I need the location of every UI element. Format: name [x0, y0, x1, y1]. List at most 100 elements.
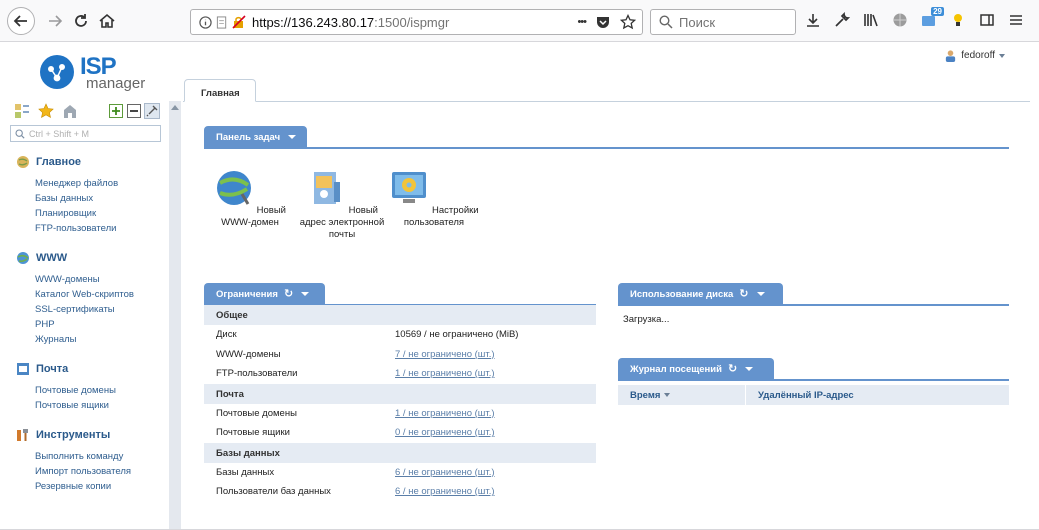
- forward-button[interactable]: [42, 8, 68, 34]
- refresh-icon[interactable]: ↻: [739, 288, 748, 300]
- sidebar-group-header[interactable]: Почта: [16, 360, 162, 378]
- limits-table: Общее Диск 10569 / не ограничено (MiB) W…: [204, 305, 596, 502]
- sidebar-item-ftp-users[interactable]: FTP-пользователи: [35, 221, 162, 236]
- limit-link[interactable]: 0 / не ограничено (шт.): [395, 427, 495, 438]
- sidebar-group-header[interactable]: WWW: [16, 249, 162, 267]
- user-menu[interactable]: fedoroff: [944, 49, 1005, 62]
- limits-section-mail: Почта: [204, 383, 596, 404]
- download-button[interactable]: [804, 11, 822, 29]
- reload-icon: [75, 14, 87, 27]
- sidebar-item-scheduler[interactable]: Планировщик: [35, 206, 162, 221]
- new-www-domain-icon: [217, 171, 252, 205]
- extension-globe-button[interactable]: [891, 11, 909, 29]
- sidebar-item-run-command[interactable]: Выполнить команду: [35, 449, 162, 464]
- sidebar-item-www-domains[interactable]: WWW-домены: [35, 272, 162, 287]
- disk-usage-panel-header[interactable]: Использование диска ↻: [618, 283, 783, 305]
- refresh-icon[interactable]: ↻: [728, 363, 737, 375]
- sidebar-item-mailboxes[interactable]: Почтовые ящики: [35, 398, 162, 413]
- reload-button[interactable]: [68, 8, 94, 34]
- page-actions-menu[interactable]: •••: [577, 16, 587, 28]
- column-header-remote-ip[interactable]: Удалённый IP-адрес: [746, 390, 854, 401]
- sidebar-item-php[interactable]: PHP: [35, 317, 162, 332]
- sidebar-item-backups[interactable]: Резервные копии: [35, 479, 162, 494]
- notification-badge: 29: [931, 7, 944, 16]
- tasks-panel-divider: [204, 147, 1009, 149]
- tabs-divider: [183, 101, 1030, 102]
- logo-emblem-icon: [40, 55, 74, 89]
- limit-link[interactable]: 6 / не ограничено (шт.): [395, 467, 495, 478]
- arrow-left-icon: [13, 15, 27, 27]
- table-row: Диск 10569 / не ограничено (MiB): [216, 329, 519, 341]
- globe-gray-icon: [893, 13, 907, 27]
- page-icon: [216, 15, 227, 29]
- menu-tree-icon[interactable]: [14, 103, 30, 119]
- insecure-lock-icon[interactable]: [232, 15, 246, 29]
- disk-usage-loading: Загрузка...: [623, 314, 670, 325]
- table-row: WWW-домены 7 / не ограничено (шт.): [216, 348, 495, 360]
- sidebar-item-mail-domains[interactable]: Почтовые домены: [35, 383, 162, 398]
- tools-icon: [17, 429, 28, 441]
- hamburger-icon: [1010, 15, 1022, 25]
- sidebar-group-header[interactable]: Главное: [16, 153, 162, 171]
- refresh-icon[interactable]: ↻: [284, 288, 293, 300]
- bookmark-star-icon[interactable]: [620, 14, 636, 30]
- tasks-panel-header[interactable]: Панель задач: [204, 126, 307, 148]
- chevron-down-icon[interactable]: [745, 367, 754, 371]
- sidebar-item-databases[interactable]: Базы данных: [35, 191, 162, 206]
- sidebar-toggle-button[interactable]: [978, 11, 996, 29]
- chevron-down-icon[interactable]: [756, 292, 765, 296]
- ispmanager-app: ISP manager fedoroff Ctrl + Shift + M Гл…: [0, 43, 1039, 530]
- task-new-www-domain[interactable]: Новый WWW-домен: [204, 168, 296, 241]
- favorites-star-icon[interactable]: [38, 103, 54, 119]
- download-icon: [807, 14, 819, 27]
- tasks-panel: Новый WWW-домен Новый адрес электронной …: [204, 168, 480, 241]
- sidebar-group-header[interactable]: Инструменты: [16, 426, 162, 444]
- browser-search-input[interactable]: Поиск: [650, 9, 796, 35]
- logo-manager-text: manager: [86, 75, 146, 92]
- tools-button[interactable]: [833, 11, 851, 29]
- chevron-down-icon[interactable]: [301, 292, 310, 296]
- sidebar-item-file-manager[interactable]: Менеджер файлов: [35, 176, 162, 191]
- limit-link[interactable]: 7 / не ограничено (шт.): [395, 349, 495, 360]
- collapse-all-icon[interactable]: [126, 103, 142, 119]
- sidebar-item-ssl-certificates[interactable]: SSL-сертификаты: [35, 302, 162, 317]
- url-bar[interactable]: https://136.243.80.17:1500/ispmgr •••: [190, 9, 643, 35]
- isp-manager-logo[interactable]: ISP manager: [40, 53, 145, 92]
- sidebar-item-logs[interactable]: Журналы: [35, 332, 162, 347]
- search-placeholder: Поиск: [679, 14, 716, 30]
- sort-down-icon: [664, 393, 671, 397]
- info-icon[interactable]: [199, 15, 212, 29]
- limits-panel-header[interactable]: Ограничения ↻: [204, 283, 325, 305]
- visit-log-panel-header[interactable]: Журнал посещений ↻: [618, 358, 774, 380]
- expand-all-icon[interactable]: [108, 103, 124, 119]
- mail-box-icon: [17, 363, 29, 375]
- disk-usage-panel-divider: [618, 304, 1009, 306]
- building-icon[interactable]: [62, 103, 78, 119]
- sidebar-scrollbar[interactable]: [169, 101, 181, 530]
- table-row: FTP-пользователи 1 / не ограничено (шт.): [216, 368, 495, 380]
- limit-link[interactable]: 6 / не ограничено (шт.): [395, 486, 495, 497]
- table-row: Почтовые ящики 0 / не ограничено (шт.): [216, 427, 495, 439]
- pocket-icon[interactable]: [595, 14, 611, 30]
- chevron-down-icon: [999, 53, 1005, 58]
- pin-icon[interactable]: [144, 103, 160, 119]
- task-user-settings[interactable]: Настройки пользователя: [388, 168, 480, 241]
- back-button[interactable]: [7, 7, 35, 35]
- tips-button[interactable]: [949, 11, 967, 29]
- sidebar-search-input[interactable]: Ctrl + Shift + M: [10, 125, 161, 142]
- library-button[interactable]: [862, 11, 880, 29]
- sidebar-item-import-user[interactable]: Импорт пользователя: [35, 464, 162, 479]
- limit-link[interactable]: 1 / не ограничено (шт.): [395, 408, 495, 419]
- task-new-email-address[interactable]: Новый адрес электронной почты: [296, 168, 388, 241]
- limits-section-databases: Базы данных: [204, 442, 596, 463]
- column-header-time[interactable]: Время: [618, 385, 746, 405]
- home-button[interactable]: [94, 8, 120, 34]
- limit-link[interactable]: 1 / не ограничено (шт.): [395, 368, 495, 379]
- arrow-right-icon: [49, 15, 63, 27]
- hamburger-menu-button[interactable]: [1007, 11, 1025, 29]
- notifications-button[interactable]: 29: [920, 7, 944, 29]
- sidebar-item-web-scripts[interactable]: Каталог Web-скриптов: [35, 287, 162, 302]
- scroll-up-arrow-icon[interactable]: [171, 105, 179, 110]
- chevron-down-icon[interactable]: [288, 135, 297, 139]
- tab-main[interactable]: Главная: [184, 79, 256, 102]
